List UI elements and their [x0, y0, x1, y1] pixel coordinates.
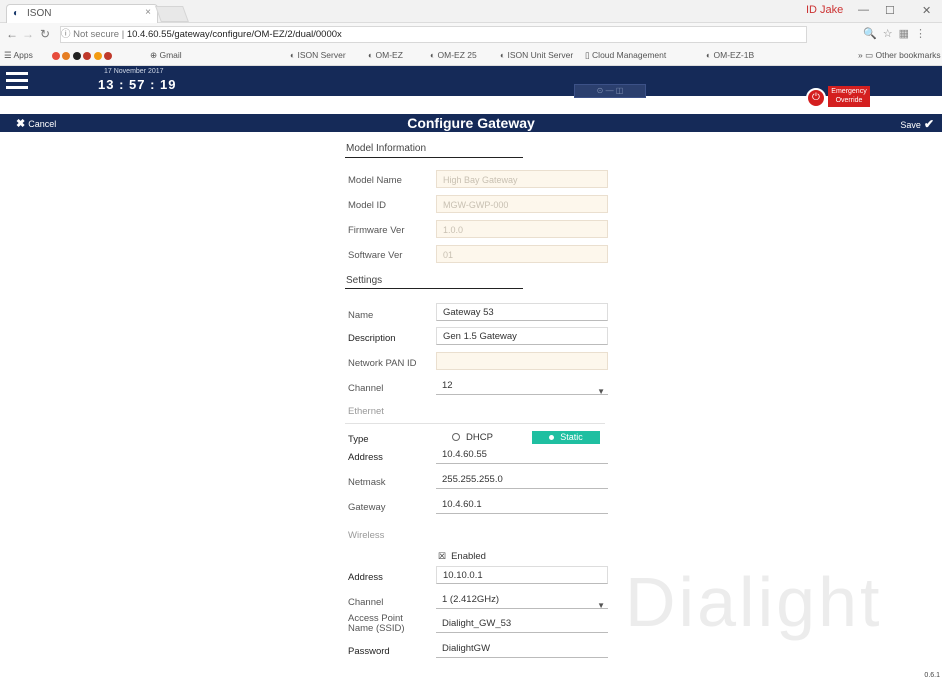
netmask-input[interactable]: 255.255.255.0 — [436, 471, 608, 489]
app-header: 17 November 2017 13 : 57 : 19 — [0, 66, 942, 96]
name-label: Name — [348, 310, 374, 321]
back-icon[interactable]: ← — [6, 27, 18, 41]
menu-icon[interactable] — [6, 72, 28, 93]
version-text: 0.6.1 — [924, 672, 940, 679]
current-time: 13 : 57 : 19 — [98, 77, 177, 92]
wireless-channel-select[interactable]: 1 (2.412GHz) ▼ — [436, 591, 608, 610]
wireless-enabled-checkbox[interactable]: ☒ Enabled — [438, 551, 486, 562]
gateway-input[interactable]: 10.4.60.1 — [436, 496, 608, 514]
current-date: 17 November 2017 — [104, 68, 164, 75]
model-name-label: Model Name — [348, 175, 402, 186]
bookmark-other[interactable]: » ▭ Other bookmarks — [858, 50, 941, 61]
bookmark-cloud-management[interactable]: ▯ Cloud Management — [585, 50, 666, 61]
model-id-label: Model ID — [348, 200, 387, 211]
model-name-field: High Bay Gateway — [436, 170, 608, 188]
radio-unselected-icon — [452, 433, 460, 442]
minimize-icon[interactable]: — — [858, 4, 869, 16]
divider — [345, 157, 523, 158]
ssid-input[interactable]: Dialight_GW_53 — [436, 615, 608, 633]
checkbox-checked-icon: ☒ — [438, 551, 447, 561]
network-pan-id-input[interactable] — [436, 352, 608, 370]
maximize-icon[interactable]: ☐ — [885, 4, 895, 17]
settings-heading: Settings — [346, 275, 383, 286]
software-field: 01 — [436, 245, 608, 263]
dhcp-radio[interactable]: DHCP — [452, 432, 493, 443]
url-text: 10.4.60.55/gateway/configure/OM-EZ/2/dua… — [126, 29, 342, 40]
model-info-heading: Model Information — [346, 143, 427, 154]
bookmark-ison-unit-server[interactable]: ◐ ISON Unit Server — [500, 50, 573, 60]
tab-title: ISON — [27, 8, 52, 19]
status-widget[interactable]: ⊙ — ◫ — [574, 84, 646, 98]
password-label: Password — [348, 646, 390, 657]
forward-icon[interactable]: → — [22, 27, 34, 41]
bookmark-omez[interactable]: ◐ OM-EZ — [368, 50, 403, 60]
model-id-field: MGW-GWP-000 — [436, 195, 608, 213]
wireless-channel-value: 1 (2.412GHz) — [442, 594, 500, 605]
url-input[interactable]: ⓘ Not secure | 10.4.60.55/gateway/config… — [60, 26, 807, 43]
wireless-address-input[interactable]: 10.10.0.1 — [436, 566, 608, 584]
wireless-channel-label: Channel — [348, 597, 384, 608]
ethernet-address-label: Address — [348, 452, 383, 463]
emergency-label: Emergency — [831, 88, 867, 95]
type-label: Type — [348, 434, 369, 445]
close-window-icon[interactable]: ✕ — [922, 4, 931, 17]
ethernet-heading: Ethernet — [348, 406, 384, 417]
divider — [345, 288, 523, 289]
bookmark-icons[interactable] — [52, 50, 112, 60]
new-tab-button[interactable] — [155, 6, 189, 22]
channel-value: 12 — [442, 380, 453, 391]
static-radio[interactable]: Static — [532, 431, 600, 444]
bookmark-omez-25[interactable]: ◐ OM-EZ 25 — [430, 50, 477, 60]
description-label: Description — [348, 333, 396, 344]
address-bar-row: ← → ↻ ⓘ Not secure | 10.4.60.55/gateway/… — [0, 23, 942, 45]
bookmarks-bar: ☰ Apps ⊕ Gmail ◐ ISON Server ◐ OM-EZ ◐ O… — [0, 45, 942, 66]
bookmark-gmail[interactable]: ⊕ Gmail — [150, 50, 182, 61]
site-favicon-icon: ◐ — [13, 8, 20, 19]
close-tab-icon[interactable]: × — [145, 7, 151, 18]
save-button[interactable]: Save ✔ — [900, 117, 934, 131]
name-input[interactable]: Gateway 53 — [436, 303, 608, 321]
network-pan-id-label: Network PAN ID — [348, 358, 417, 369]
check-icon: ✔ — [923, 117, 934, 131]
description-input[interactable]: Gen 1.5 Gateway — [436, 327, 608, 345]
chevron-down-icon: ▼ — [597, 387, 605, 396]
emergency-override-button[interactable]: ⏻ Emergency Override — [806, 86, 872, 110]
page-title: Configure Gateway — [407, 115, 535, 131]
netmask-label: Netmask — [348, 477, 386, 488]
radio-selected-icon — [549, 435, 555, 441]
software-label: Software Ver — [348, 250, 403, 261]
channel-select[interactable]: 12 ▼ — [436, 377, 608, 396]
not-secure-label: ⓘ Not secure — [61, 29, 120, 40]
firmware-label: Firmware Ver — [348, 225, 405, 236]
firmware-field: 1.0.0 — [436, 220, 608, 238]
gateway-label: Gateway — [348, 502, 386, 513]
dialight-watermark: Dialight — [625, 563, 883, 641]
browser-toolbar-icons[interactable]: 🔍☆▦⋮ — [863, 27, 932, 40]
power-icon: ⏻ — [806, 88, 826, 108]
bookmark-ison-server[interactable]: ◐ ISON Server — [290, 50, 346, 60]
ethernet-address-input[interactable]: 10.4.60.55 — [436, 446, 608, 464]
password-input[interactable]: DialightGW — [436, 640, 608, 658]
user-profile[interactable]: ID Jake — [806, 4, 843, 16]
override-label: Override — [835, 97, 863, 104]
reload-icon[interactable]: ↻ — [40, 27, 50, 41]
ssid-label: Access Point Name (SSID) — [348, 613, 405, 634]
bookmark-apps[interactable]: ☰ Apps — [4, 50, 33, 61]
browser-tab[interactable]: ◐ ISON × — [6, 4, 158, 23]
action-bar: ✖ Cancel Configure Gateway Save ✔ — [0, 114, 942, 132]
wireless-address-label: Address — [348, 572, 383, 583]
browser-tab-bar: ◐ ISON × ID Jake — ☐ ✕ — [0, 0, 942, 23]
channel-label: Channel — [348, 383, 384, 394]
bookmark-omez-1b[interactable]: ◐ OM-EZ-1B — [706, 50, 754, 60]
divider — [345, 423, 605, 424]
chevron-down-icon: ▼ — [597, 601, 605, 610]
wireless-heading: Wireless — [348, 530, 385, 541]
